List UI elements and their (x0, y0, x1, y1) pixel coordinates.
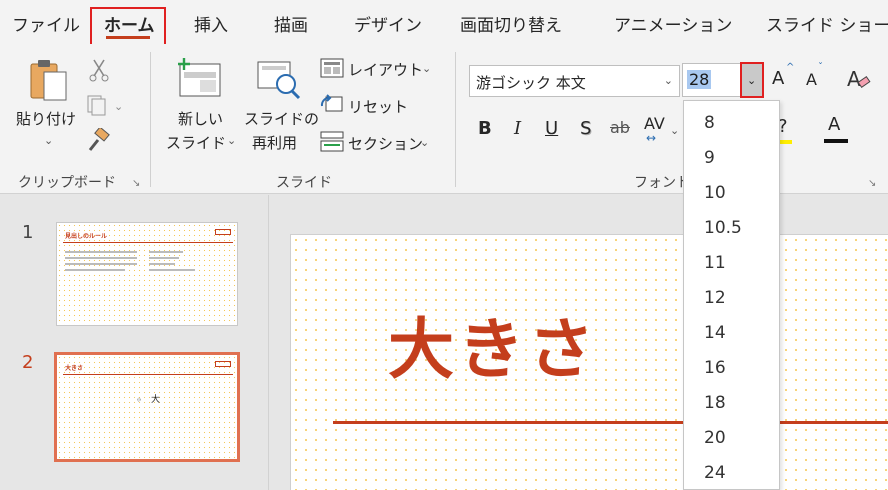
font-size-option[interactable]: 10 (704, 183, 726, 203)
group-separator (150, 52, 151, 187)
thumbnail-tag (215, 361, 231, 367)
font-size-option[interactable]: 10.5 (704, 218, 742, 238)
font-size-option[interactable]: 14 (704, 323, 726, 343)
caret-up-icon: ^ (786, 62, 795, 73)
chevron-down-icon: ⌄ (747, 74, 757, 87)
font-size-option[interactable]: 24 (704, 463, 726, 483)
tab-insert[interactable]: 挿入 (194, 11, 228, 36)
format-painter-icon[interactable] (86, 126, 112, 156)
font-size-value: 28 (687, 70, 712, 89)
layout-button[interactable]: レイアウト (348, 59, 423, 80)
tab-slideshow[interactable]: スライド ショー (766, 11, 888, 36)
font-launcher-icon[interactable]: ↘ (868, 178, 876, 189)
tab-draw[interactable]: 描画 (274, 11, 308, 36)
font-size-option[interactable]: 11 (704, 253, 726, 273)
reuse-slides-label-1[interactable]: スライドの (244, 108, 319, 129)
spacing-chevron-icon[interactable]: ⌄ (670, 124, 679, 137)
thumbnail-text-line (65, 269, 125, 271)
bold-button[interactable]: B (478, 118, 492, 139)
font-size-option[interactable]: 16 (704, 358, 726, 378)
group-separator (455, 52, 456, 187)
decrease-font-size-button[interactable]: A (806, 70, 817, 89)
highlight-color-swatch (778, 140, 792, 144)
tab-animations[interactable]: アニメーション (614, 11, 732, 36)
thumbnail-title: 大きさ (65, 365, 84, 372)
section-button[interactable]: セクション (348, 133, 423, 154)
svg-text:⌄: ⌄ (114, 100, 123, 113)
italic-button[interactable]: I (514, 118, 521, 139)
cut-icon[interactable] (88, 58, 110, 86)
font-size-option[interactable]: 9 (704, 148, 715, 168)
slide-thumbnail-2[interactable]: 大きさ 小 大 (54, 352, 240, 462)
tab-file[interactable]: ファイル (12, 11, 80, 36)
new-slide-label-2[interactable]: スライド (166, 132, 226, 153)
font-size-dropdown-list: 8 9 10 10.5 11 12 14 16 18 20 24 (683, 100, 780, 490)
text-shadow-button[interactable]: S (580, 118, 591, 139)
clear-formatting-icon[interactable]: A (846, 66, 872, 96)
thumbnail-small-text: 小 (137, 397, 141, 402)
thumbnail-text-line (149, 269, 195, 271)
thumbnail-text-line (149, 257, 179, 259)
layout-chevron-icon[interactable]: ⌄ (422, 62, 431, 75)
tab-transitions[interactable]: 画面切り替え (460, 11, 562, 36)
reuse-slides-icon[interactable] (256, 56, 302, 104)
paste-button[interactable]: 貼り付け (16, 108, 76, 129)
thumbnail-title: 見出しのルール (65, 233, 108, 240)
font-size-option[interactable]: 20 (704, 428, 726, 448)
font-size-option[interactable]: 12 (704, 288, 726, 308)
font-size-option[interactable]: 18 (704, 393, 726, 413)
tab-design[interactable]: デザイン (354, 11, 422, 36)
paste-chevron-icon[interactable]: ⌄ (44, 134, 53, 147)
font-group-label: フォント (634, 175, 690, 191)
reuse-slides-label-2[interactable]: 再利用 (252, 132, 297, 153)
thumbnail-text-line (65, 263, 137, 265)
font-size-option[interactable]: 8 (704, 113, 715, 133)
copy-icon[interactable]: ⌄ (86, 94, 126, 120)
slide-title[interactable]: 大きさ (388, 296, 598, 392)
spacing-arrow-icon: ↔ (646, 131, 657, 145)
increase-font-size-button[interactable]: A (772, 68, 784, 89)
layout-icon[interactable] (320, 58, 344, 82)
slide-title-rule (333, 421, 888, 424)
tab-home-highlight (90, 7, 166, 47)
thumbnail-text-line (65, 257, 137, 259)
thumbnail-rule (63, 242, 233, 243)
underline-button[interactable]: U (545, 118, 558, 139)
section-icon[interactable] (320, 131, 344, 157)
thumbnail-rule (63, 374, 233, 375)
reset-icon[interactable] (320, 94, 344, 118)
thumbnail-tag (215, 229, 231, 235)
strikethrough-button[interactable]: ab (610, 118, 630, 137)
font-size-input[interactable]: 28 (682, 63, 742, 97)
reset-button[interactable]: リセット (348, 96, 408, 117)
thumbnail-big-text: 大 (151, 395, 161, 405)
clipboard-group-label: クリップボード (18, 175, 116, 191)
new-slide-chevron-icon[interactable]: ⌄ (227, 134, 236, 147)
paste-icon[interactable] (28, 58, 72, 104)
new-slide-icon[interactable] (174, 56, 224, 104)
font-name-chevron-icon[interactable]: ⌄ (664, 74, 673, 87)
font-name-value: 游ゴシック 本文 (476, 74, 586, 92)
ribbon-tabs: ファイル ホーム 挿入 描画 デザイン 画面切り替え アニメーション スライド … (0, 0, 888, 47)
svg-text:A: A (847, 67, 861, 91)
font-name-combobox[interactable]: 游ゴシック 本文 ⌄ (469, 65, 680, 97)
slide-number: 1 (22, 222, 34, 243)
font-size-dropdown-button[interactable]: ⌄ (740, 62, 764, 98)
caret-down-icon: ˇ (818, 62, 823, 73)
slides-group-label: スライド (276, 175, 332, 191)
clipboard-launcher-icon[interactable]: ↘ (132, 178, 140, 189)
font-color-swatch (824, 139, 848, 143)
slide-thumbnail-1[interactable]: 見出しのルール (56, 222, 238, 326)
thumbnail-text-line (149, 263, 175, 265)
section-chevron-icon[interactable]: ⌄ (420, 136, 429, 149)
slide-number: 2 (22, 352, 34, 373)
new-slide-label-1[interactable]: 新しい (178, 108, 223, 129)
font-color-button[interactable]: A (828, 114, 840, 135)
thumbnail-text-line (149, 251, 183, 253)
thumbnail-text-line (65, 251, 137, 253)
